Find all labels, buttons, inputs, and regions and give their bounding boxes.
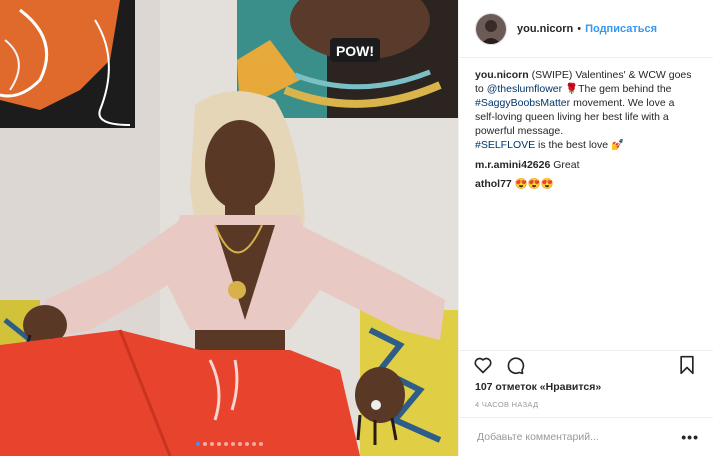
comment-text: 😍😍😍: [511, 178, 554, 190]
carousel-dot: [251, 442, 256, 446]
add-comment-bar: •••: [459, 417, 713, 456]
carousel-dots: [0, 442, 458, 446]
hashtag-link-2[interactable]: #SELFLOVE: [475, 139, 535, 151]
caption-text-4: is the best love 💅: [535, 139, 625, 151]
carousel-dot: [223, 442, 228, 446]
post-photo[interactable]: POW!: [0, 0, 458, 456]
carousel-dot: [244, 442, 249, 446]
action-bar: [459, 350, 713, 378]
comment-item: athol77 😍😍😍: [475, 177, 697, 191]
follow-button[interactable]: Подписаться: [585, 23, 657, 35]
post-header: you.nicorn • Подписаться: [459, 0, 713, 58]
comment-item: m.r.amini42626 Great: [475, 158, 697, 172]
carousel-dot: [258, 442, 263, 446]
comment-icon[interactable]: [505, 355, 525, 375]
carousel-dot: [209, 442, 214, 446]
hashtag-link-1[interactable]: #SaggyBoobsMatter: [475, 97, 570, 109]
caption-text-2: 🌹The gem behind the: [562, 83, 672, 95]
svg-text:POW!: POW!: [336, 43, 374, 59]
carousel-dot: [237, 442, 242, 446]
heart-icon[interactable]: [473, 355, 493, 375]
more-options-button[interactable]: •••: [681, 429, 699, 445]
post-timestamp[interactable]: 4 ЧАСОВ НАЗАД: [475, 400, 538, 409]
carousel-dot: [230, 442, 235, 446]
comments-list: you.nicorn (SWIPE) Valentines' & WCW goe…: [459, 58, 713, 191]
carousel-dot: [202, 442, 207, 446]
mention-link[interactable]: @theslumflower: [487, 83, 562, 95]
comment-username[interactable]: m.r.amini42626: [475, 159, 550, 171]
header-separator: •: [577, 22, 582, 35]
header-username[interactable]: you.nicorn: [517, 23, 573, 35]
avatar[interactable]: [475, 12, 507, 45]
carousel-dot: [216, 442, 221, 446]
comment-username[interactable]: athol77: [475, 178, 512, 190]
likes-count[interactable]: 107 отметок «Нравится»: [475, 381, 601, 393]
photo-illustration: POW!: [0, 0, 458, 456]
bookmark-icon[interactable]: [677, 355, 697, 375]
post-panel: you.nicorn • Подписаться you.nicorn (SWI…: [458, 0, 713, 456]
carousel-dot: [195, 442, 200, 446]
comment-text: Great: [550, 159, 580, 171]
caption: you.nicorn (SWIPE) Valentines' & WCW goe…: [475, 68, 697, 152]
caption-username[interactable]: you.nicorn: [475, 69, 529, 81]
comment-input[interactable]: [475, 430, 682, 444]
